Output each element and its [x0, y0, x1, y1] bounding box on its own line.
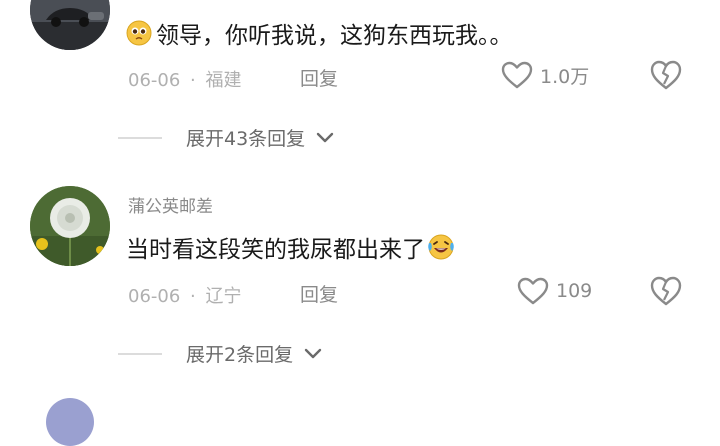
- comment-date: 06-06: [128, 286, 181, 307]
- expand-divider: [118, 136, 162, 139]
- commenter-username[interactable]: 蒲公英邮差: [128, 192, 213, 217]
- like-count: 1.0万: [540, 65, 590, 88]
- dandelion-photo-icon: [30, 186, 110, 266]
- like-button[interactable]: 1.0万: [500, 60, 589, 90]
- comment-date: 06-06: [128, 70, 181, 91]
- chevron-down-icon: [304, 348, 322, 358]
- comment-text: 领导，你听我说，这狗东西玩我。。: [126, 16, 513, 50]
- dislike-button[interactable]: [648, 274, 684, 308]
- commenter-avatar[interactable]: [30, 186, 110, 266]
- expand-replies-label: 展开43条回复: [186, 128, 306, 150]
- pleading-face-icon: [126, 20, 152, 46]
- comment-meta: 06-06 · 辽宁: [128, 282, 242, 308]
- broken-heart-icon: [650, 276, 682, 306]
- commenter-avatar[interactable]: [30, 0, 110, 50]
- expand-replies-button[interactable]: 展开2条回复: [118, 340, 323, 367]
- broken-heart-icon: [650, 60, 682, 90]
- comment-meta: 06-06 · 福建: [128, 66, 242, 92]
- commenter-avatar[interactable]: [46, 398, 94, 446]
- meta-separator: ·: [190, 70, 196, 91]
- laughing-crying-face-icon: [428, 234, 454, 260]
- reply-button[interactable]: 回复: [300, 64, 338, 91]
- dislike-button[interactable]: [648, 58, 684, 92]
- like-button[interactable]: 109: [516, 276, 592, 306]
- expand-replies-button[interactable]: 展开43条回复: [118, 124, 335, 151]
- comment-location: 福建: [205, 70, 242, 91]
- comment-text-content: 当时看这段笑的我尿都出来了: [126, 237, 425, 263]
- like-count: 109: [556, 280, 593, 302]
- chevron-down-icon: [316, 132, 334, 142]
- comment-text: 当时看这段笑的我尿都出来了: [126, 230, 455, 264]
- heart-outline-icon: [517, 277, 549, 305]
- car-photo-icon: [30, 0, 110, 50]
- expand-divider: [118, 352, 162, 355]
- meta-separator: ·: [190, 286, 196, 307]
- comment-location: 辽宁: [205, 286, 242, 307]
- heart-outline-icon: [501, 61, 533, 89]
- reply-button[interactable]: 回复: [300, 280, 338, 307]
- expand-replies-label: 展开2条回复: [186, 344, 294, 366]
- comment-text-content: 领导，你听我说，这狗东西玩我。。: [156, 23, 513, 49]
